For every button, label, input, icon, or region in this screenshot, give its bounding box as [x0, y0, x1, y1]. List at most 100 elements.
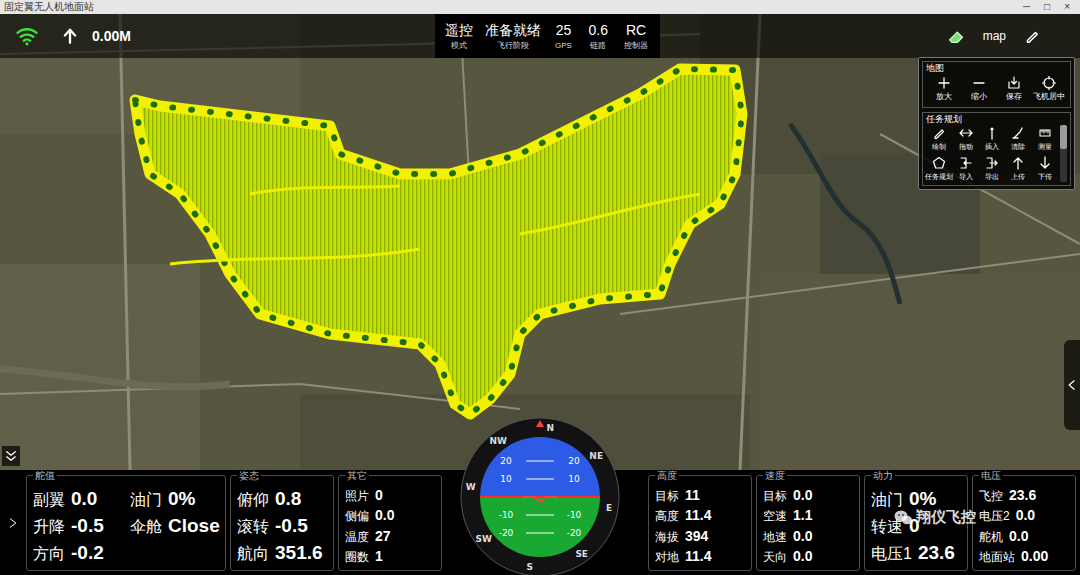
telemetry-group: 姿态俯仰0.8滚转-0.5航向351.6 [230, 475, 334, 571]
export-icon [985, 156, 999, 170]
mission-buttons: 绘制拖动插入清除测量任务规划导入导出上传下传 [926, 125, 1058, 182]
row-value: 0.00 [1021, 548, 1048, 564]
mission-tool-button[interactable]: 导出 [979, 155, 1005, 182]
button-label: 绘制 [932, 142, 946, 151]
row-value: 0% [168, 488, 195, 510]
watermark-text: 翔仪飞控 [916, 508, 976, 526]
close-button[interactable]: × [1064, 2, 1070, 12]
double-chevron-down-icon [5, 449, 17, 463]
status-value: 0.6 [589, 21, 608, 39]
map-tool-button[interactable]: 放大 [926, 74, 961, 104]
mission-tool-button[interactable]: 测量 [1032, 125, 1058, 152]
status-bar: 0.00M遥控模式准备就绪飞行阶段25GPS0.6链路RC控制器map [0, 14, 1080, 58]
map-tool-button[interactable]: 缩小 [961, 74, 996, 104]
mission-tool-button[interactable]: 插入 [979, 125, 1005, 152]
right-drawer-tab[interactable] [1064, 340, 1080, 430]
row-label: 伞舱 [130, 516, 162, 538]
row-value: 1 [375, 548, 383, 564]
pitch-label: 20 [500, 456, 512, 466]
row-value: -0.5 [275, 515, 308, 537]
group-rows: 副翼0.0油门0%升降-0.5伞舱Close方向-0.2 [33, 486, 219, 567]
button-label: 任务规划 [925, 172, 953, 181]
scrollbar[interactable] [1060, 125, 1067, 182]
row-value: -0.5 [71, 515, 104, 537]
attitude-indicator: 20201010-10-10-20-20NNEESESSWWNW [460, 417, 620, 575]
telemetry-row: 目标11 [655, 487, 745, 504]
minimize-button[interactable]: ─ [1023, 2, 1030, 12]
map-tool-button[interactable]: 飞机居中 [1032, 74, 1067, 104]
chevron-right-icon [8, 510, 18, 536]
compass-label: SE [575, 549, 588, 559]
compass-label: NE [589, 451, 603, 461]
section-title: 任务规划 [926, 113, 1067, 125]
row-value: 0.0 [71, 488, 97, 510]
pencil-icon[interactable] [1024, 28, 1040, 44]
row-label: 照片 [345, 488, 369, 504]
mission-tool-button[interactable]: 绘制 [926, 125, 952, 152]
telemetry-row: 圈数 1 [345, 548, 435, 565]
status-label: 控制器 [624, 41, 648, 51]
telemetry-group: 舵值副翼0.0油门0%升降-0.5伞舱Close方向-0.2 [26, 475, 226, 571]
row-value: 23.6 [1009, 487, 1036, 503]
button-label: 导出 [985, 172, 999, 181]
map-button[interactable]: map [983, 27, 1006, 45]
pitch-label: 10 [568, 474, 580, 484]
scrollbar-thumb[interactable] [1060, 125, 1067, 149]
telemetry-row: 对地11.4 [655, 548, 745, 565]
chevron-left-icon [1067, 374, 1077, 396]
row-label: 升降 [33, 516, 65, 538]
mission-tool-button[interactable]: 清除 [1005, 125, 1031, 152]
collapse-tab[interactable] [2, 446, 20, 466]
row-label: 电压1 [871, 543, 912, 565]
telemetry-row: 俯仰0.8 [237, 488, 327, 511]
status-value: 25 [556, 21, 572, 39]
telemetry-row: 舵机0.0 [979, 528, 1069, 545]
row-value: 0.0 [1016, 507, 1035, 523]
drag-icon [959, 126, 973, 140]
signal-icon [14, 25, 40, 47]
group-title: 姿态 [237, 470, 261, 482]
row-label: 飞控 [979, 488, 1003, 504]
eraser-icon[interactable] [947, 27, 965, 45]
map-view[interactable]: 0.00M遥控模式准备就绪飞行阶段25GPS0.6链路RC控制器map地图放大缩… [0, 14, 1080, 470]
telemetry-group: 动力油门0%转速0电压123.6 [864, 475, 968, 571]
telemetry-row: 油门0% [130, 488, 219, 511]
compass-label: W [466, 482, 476, 492]
mission-tool-button[interactable]: 拖动 [952, 125, 978, 152]
import-icon [959, 156, 973, 170]
status-label: 模式 [451, 41, 467, 51]
telemetry-row: 飞控 23.6 [979, 487, 1069, 504]
telemetry-group: 速度目标0.0空速1.1地速0.0天向0.0 [756, 475, 860, 571]
row-label: 电压2 [979, 508, 1010, 524]
telemetry-row: 油门0% [871, 488, 961, 511]
row-label: 航向 [237, 543, 269, 565]
status-label: 飞行阶段 [497, 41, 529, 51]
pitch-label: -10 [499, 510, 514, 520]
mission-tool-button[interactable]: 上传 [1005, 155, 1031, 182]
pitch-label: -10 [567, 510, 582, 520]
telemetry-row: 地速0.0 [763, 528, 853, 545]
ruler-icon [1038, 126, 1052, 140]
zoom-out-icon [972, 76, 986, 90]
group-title: 电压 [979, 470, 1003, 482]
row-value: 23.6 [918, 542, 955, 564]
mission-body: 绘制拖动插入清除测量任务规划导入导出上传下传 [926, 125, 1067, 182]
status-value: 准备就绪 [485, 21, 541, 39]
telemetry-row: 天向0.0 [763, 548, 853, 565]
map-buttons: 放大缩小保存飞机居中 [926, 74, 1067, 104]
mission-tool-button[interactable]: 下传 [1032, 155, 1058, 182]
left-drawer-tab[interactable] [4, 510, 22, 536]
map-tool-button[interactable]: 保存 [997, 74, 1032, 104]
pitch-label: -20 [499, 528, 514, 538]
zoom-in-icon [937, 76, 951, 90]
row-value: 0 [909, 515, 920, 537]
button-label: 插入 [985, 142, 999, 151]
maximize-button[interactable]: □ [1044, 2, 1050, 12]
row-label: 圈数 [345, 549, 369, 565]
status-item: 遥控模式 [439, 21, 479, 51]
mission-tool-button[interactable]: 任务规划 [926, 155, 952, 182]
row-value: 27 [375, 528, 391, 544]
mission-tool-button[interactable]: 导入 [952, 155, 978, 182]
status-value: RC [626, 21, 646, 39]
status-item: 准备就绪飞行阶段 [480, 21, 546, 51]
